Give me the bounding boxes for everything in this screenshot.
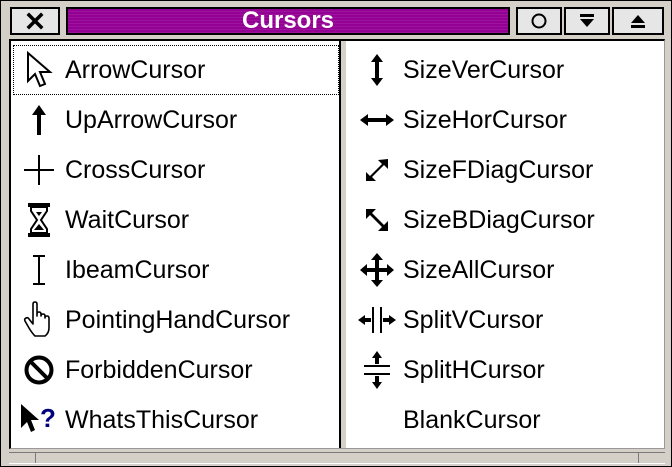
shade-down-button[interactable] <box>564 7 610 35</box>
window-title: Cursors <box>241 7 335 34</box>
size-fdiag-cursor-icon <box>351 150 403 190</box>
pointing-hand-cursor-icon <box>13 300 65 340</box>
list-item-size-fdiag-cursor[interactable]: SizeFDiagCursor <box>351 145 661 195</box>
list-item-label: SizeHorCursor <box>403 105 567 134</box>
list-item-whats-this-cursor[interactable]: ? WhatsThisCursor <box>13 395 339 445</box>
list-item-label: PointingHandCursor <box>65 305 291 334</box>
list-item-blank-cursor[interactable]: BlankCursor <box>351 395 661 445</box>
list-item-label: SizeAllCursor <box>403 255 555 284</box>
split-h-cursor-icon <box>351 350 403 390</box>
list-item-pointing-hand-cursor[interactable]: PointingHandCursor <box>13 295 339 345</box>
size-vertical-cursor-icon <box>351 50 403 90</box>
list-item-label: SplitVCursor <box>403 305 544 334</box>
resize-handle-left[interactable] <box>13 453 36 463</box>
cross-cursor-icon <box>13 150 65 190</box>
resize-handle-right[interactable] <box>638 453 661 463</box>
list-item-label: ArrowCursor <box>65 55 206 84</box>
list-item-size-all-cursor[interactable]: SizeAllCursor <box>351 245 661 295</box>
list-item-cross-cursor[interactable]: CrossCursor <box>13 145 339 195</box>
title-bar: Cursors <box>4 5 668 37</box>
size-horizontal-cursor-icon <box>351 100 403 140</box>
list-item-size-ver-cursor[interactable]: SizeVerCursor <box>351 45 661 95</box>
list-item-forbidden-cursor[interactable]: ForbiddenCursor <box>13 345 339 395</box>
resize-handle-bar[interactable] <box>9 452 665 464</box>
cursor-list: ArrowCursor UpArrowCursor CrossCursor Wa… <box>9 39 665 449</box>
list-item-label: SizeVerCursor <box>403 55 565 84</box>
size-all-cursor-icon <box>351 250 403 290</box>
list-item-up-arrow-cursor[interactable]: UpArrowCursor <box>13 95 339 145</box>
minimize-button[interactable] <box>516 7 562 35</box>
list-item-label: UpArrowCursor <box>65 105 238 134</box>
list-item-size-bdiag-cursor[interactable]: SizeBDiagCursor <box>351 195 661 245</box>
list-item-size-hor-cursor[interactable]: SizeHorCursor <box>351 95 661 145</box>
list-item-label: SplitHCursor <box>403 355 545 384</box>
cursor-list-right-column: SizeVerCursor SizeHorCursor SizeFDiagCur… <box>351 45 661 445</box>
up-arrow-cursor-icon <box>13 100 65 140</box>
circle-icon <box>530 12 548 30</box>
svg-text:?: ? <box>40 403 56 433</box>
column-divider[interactable] <box>339 41 347 448</box>
list-item-label: CrossCursor <box>65 155 206 184</box>
list-item-label: IbeamCursor <box>65 255 210 284</box>
list-item-ibeam-cursor[interactable]: IbeamCursor <box>13 245 339 295</box>
ibeam-cursor-icon <box>13 250 65 290</box>
list-item-split-v-cursor[interactable]: SplitVCursor <box>351 295 661 345</box>
list-item-label: WhatsThisCursor <box>65 405 259 434</box>
size-bdiag-cursor-icon <box>351 200 403 240</box>
cursors-window: Cursors ArrowCursor UpArrowCursor CrossC… <box>0 0 672 467</box>
cursor-list-left-column: ArrowCursor UpArrowCursor CrossCursor Wa… <box>13 45 339 445</box>
list-item-label: WaitCursor <box>65 205 190 234</box>
arrow-cursor-icon <box>13 50 65 90</box>
triangle-down-icon <box>578 12 596 30</box>
list-item-label: SizeFDiagCursor <box>403 155 594 184</box>
shade-up-button[interactable] <box>612 7 664 35</box>
list-item-arrow-cursor[interactable]: ArrowCursor <box>13 45 339 95</box>
list-item-label: BlankCursor <box>403 405 541 434</box>
close-icon <box>26 12 44 30</box>
blank-cursor-icon <box>351 400 403 440</box>
list-item-label: SizeBDiagCursor <box>403 205 595 234</box>
split-v-cursor-icon <box>351 300 403 340</box>
list-item-label: ForbiddenCursor <box>65 355 253 384</box>
list-item-split-h-cursor[interactable]: SplitHCursor <box>351 345 661 395</box>
list-item-wait-cursor[interactable]: WaitCursor <box>13 195 339 245</box>
title-bar-drag-area[interactable]: Cursors <box>66 7 510 35</box>
hourglass-cursor-icon <box>13 200 65 240</box>
close-button[interactable] <box>10 7 60 35</box>
whats-this-cursor-icon: ? <box>13 400 65 440</box>
triangle-up-icon <box>629 12 647 30</box>
forbidden-cursor-icon <box>13 350 65 390</box>
